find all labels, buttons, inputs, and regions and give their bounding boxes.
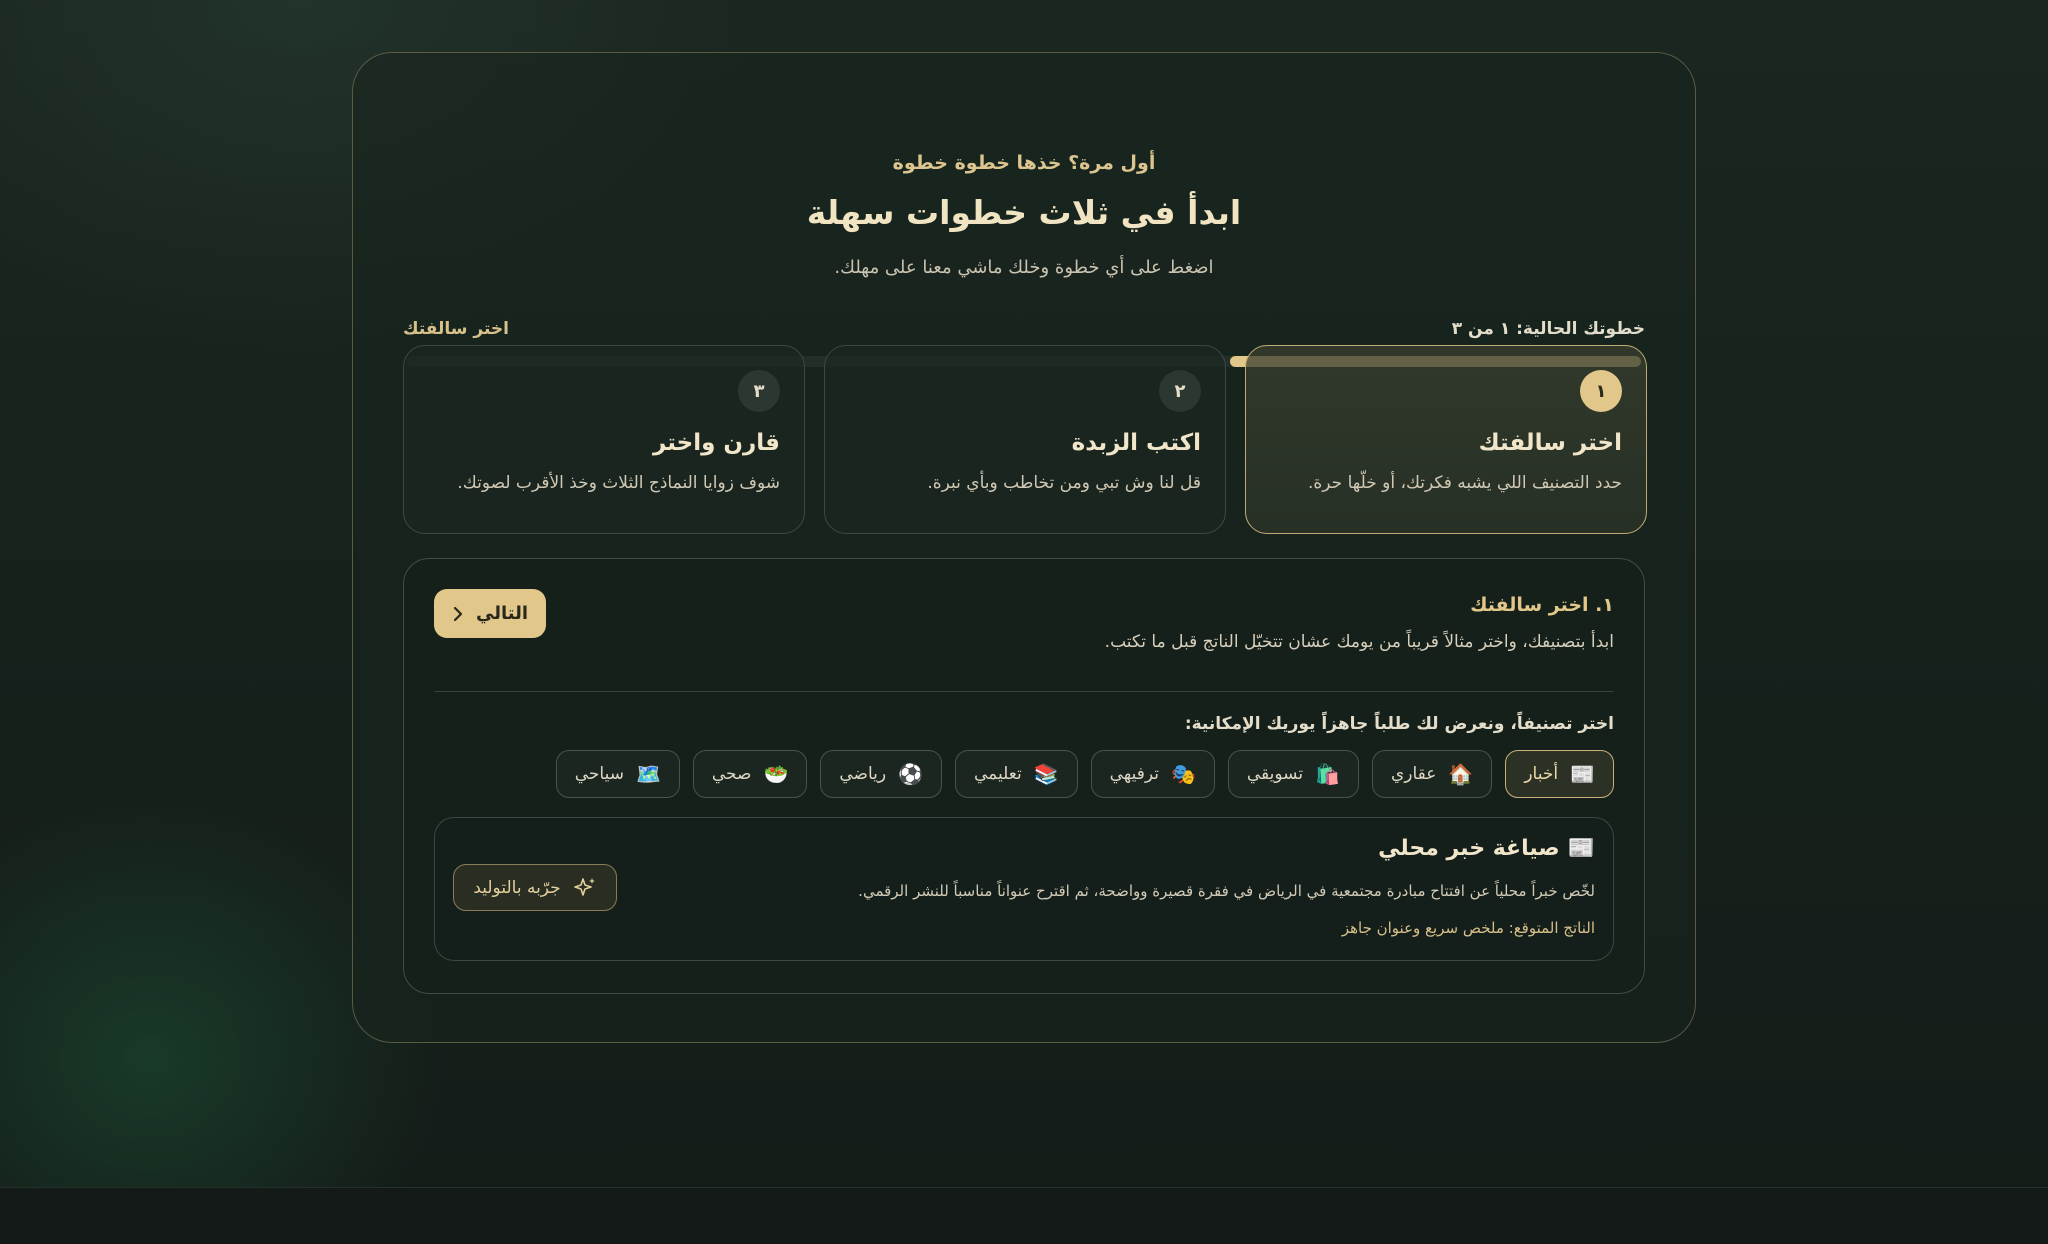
- step-description: حدد التصنيف اللي يشبه فكرتك، أو خلّها حر…: [1307, 473, 1622, 493]
- category-chip-realestate[interactable]: 🏠 عقاري: [1371, 750, 1493, 798]
- newspaper-icon: 📰: [1567, 836, 1595, 861]
- chip-label: تسويقي: [1246, 764, 1304, 784]
- try-generate-button[interactable]: جرّبه بالتوليد: [453, 864, 617, 911]
- step-description: قل لنا وش تبي ومن تخاطب وبأي نبرة.: [927, 473, 1201, 493]
- chevron-right-icon: [453, 606, 463, 621]
- page-subtitle: اضغط على أي خطوة وخلك ماشي معنا على مهلك…: [834, 257, 1214, 278]
- chip-label: أخبار: [1524, 764, 1559, 784]
- next-button[interactable]: التالي: [434, 589, 546, 638]
- example-card: 📰 صياغة خبر محلي لخّص خبراً محلياً عن اف…: [434, 817, 1614, 961]
- house-icon: 🏠: [1448, 762, 1474, 786]
- content-description: ابدأ بتصنيفك، واختر مثالاً قريباً من يوم…: [1104, 632, 1614, 652]
- step-title: اكتب الزبدة: [1071, 430, 1201, 456]
- category-chip-marketing[interactable]: 🛍️ تسويقي: [1227, 750, 1359, 798]
- footer-bar: [0, 1187, 2048, 1244]
- step-title: اختر سالفتك: [1478, 430, 1622, 456]
- progress-current-label: خطوتك الحالية: ١ من ٣: [1451, 319, 1645, 339]
- step-number: ١: [1580, 370, 1622, 412]
- chip-label: ترفيهي: [1109, 764, 1159, 784]
- category-chips: 📰 أخبار 🏠 عقاري 🛍️ تسويقي 🎭 ترفيهي 📚 تعليمي ⚽…: [555, 750, 1614, 798]
- example-expected-output: الناتج المتوقع: ملخص سريع وعنوان جاهز: [1341, 919, 1595, 937]
- onboarding-panel: أول مرة؟ خذها خطوة خطوة ابدأ في ثلاث خطو…: [352, 52, 1696, 1043]
- step-title: قارن واختر: [652, 430, 780, 456]
- map-icon: 🗺️: [635, 762, 661, 786]
- theater-masks-icon: 🎭: [1170, 762, 1196, 786]
- step-card-1[interactable]: ١ اختر سالفتك حدد التصنيف اللي يشبه فكرت…: [1245, 345, 1647, 534]
- chip-label: رياضي: [839, 764, 887, 784]
- books-icon: 📚: [1033, 762, 1059, 786]
- chip-label: صحي: [711, 764, 752, 784]
- category-chip-entertainment[interactable]: 🎭 ترفيهي: [1090, 750, 1215, 798]
- example-title-row: 📰 صياغة خبر محلي: [1378, 836, 1595, 861]
- example-title: صياغة خبر محلي: [1378, 836, 1560, 861]
- salad-icon: 🥗: [763, 762, 789, 786]
- step-description: شوف زوايا النماذج الثلاث وخذ الأقرب لصوت…: [457, 473, 780, 493]
- step-card-3[interactable]: ٣ قارن واختر شوف زوايا النماذج الثلاث وخ…: [403, 345, 805, 534]
- category-chip-tourism[interactable]: 🗺️ سياحي: [555, 750, 680, 798]
- newspaper-icon: 📰: [1570, 762, 1595, 786]
- category-prompt: اختر تصنيفاً، ونعرض لك طلباً جاهزاً يوري…: [1184, 714, 1614, 734]
- step-content-card: ١. اختر سالفتك ابدأ بتصنيفك، واختر مثالا…: [403, 558, 1645, 994]
- soccer-ball-icon: ⚽: [898, 762, 923, 786]
- step-number: ٣: [738, 370, 780, 412]
- category-chip-sports[interactable]: ⚽ رياضي: [820, 750, 942, 798]
- content-title: ١. اختر سالفتك: [1470, 594, 1614, 616]
- shopping-bags-icon: 🛍️: [1315, 762, 1340, 786]
- chip-label: عقاري: [1390, 764, 1437, 784]
- example-description: لخّص خبراً محلياً عن افتتاح مبادرة مجتمع…: [858, 882, 1595, 900]
- chip-label: سياحي: [574, 764, 624, 784]
- sparkle-icon: [573, 877, 595, 896]
- category-chip-health[interactable]: 🥗 صحي: [692, 750, 808, 798]
- progress-step-name: اختر سالفتك: [403, 319, 510, 339]
- page-title: ابدأ في ثلاث خطوات سهلة: [806, 193, 1242, 232]
- chip-label: تعليمي: [973, 764, 1022, 784]
- step-card-2[interactable]: ٢ اكتب الزبدة قل لنا وش تبي ومن تخاطب وب…: [824, 345, 1226, 534]
- category-chip-education[interactable]: 📚 تعليمي: [954, 750, 1078, 798]
- divider: [434, 691, 1614, 692]
- try-button-label: جرّبه بالتوليد: [473, 877, 561, 898]
- eyebrow-text: أول مرة؟ خذها خطوة خطوة: [892, 152, 1156, 174]
- next-button-label: التالي: [476, 603, 529, 624]
- category-chip-news[interactable]: 📰 أخبار: [1505, 750, 1614, 798]
- step-number: ٢: [1159, 370, 1201, 412]
